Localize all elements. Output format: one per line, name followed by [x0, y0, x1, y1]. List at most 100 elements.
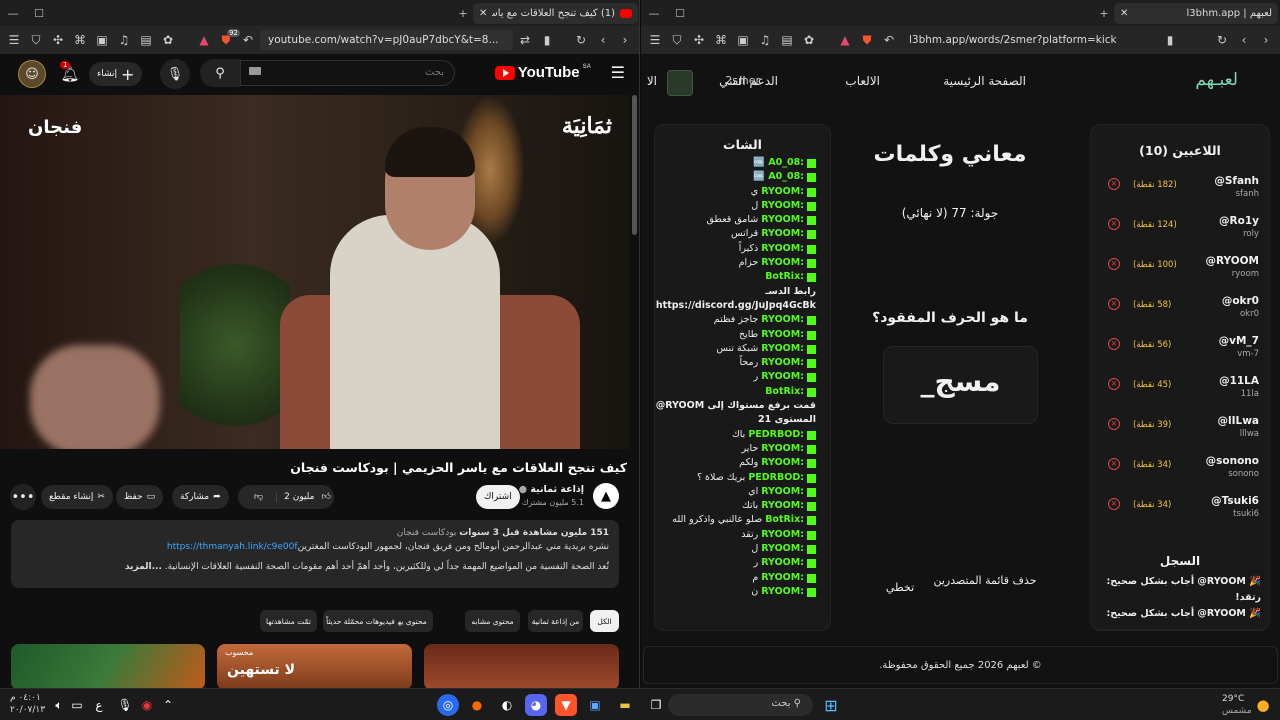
tray-chevron-icon[interactable]: ⌃: [157, 694, 179, 716]
back-icon[interactable]: ‹: [1234, 33, 1254, 47]
thumbnail-3[interactable]: [424, 644, 619, 688]
like-icon[interactable]: 👍︎: [321, 492, 330, 502]
subscribe-button[interactable]: اشتراك: [476, 485, 520, 509]
close-tab-icon[interactable]: ✕: [479, 8, 487, 19]
remove-player-icon[interactable]: ×: [1108, 258, 1120, 270]
task-view-icon[interactable]: ❐: [645, 694, 667, 716]
nav-home[interactable]: الصفحة الرئيسية: [943, 74, 1026, 88]
back-history-icon[interactable]: ↶: [238, 33, 258, 47]
notifications-icon[interactable]: 🔔︎ 1: [56, 60, 84, 88]
app-logo[interactable]: لعبـهم: [1195, 70, 1238, 90]
reload-icon[interactable]: ↻: [1212, 33, 1232, 47]
save-button[interactable]: حفظ ▭: [116, 485, 164, 509]
remove-player-icon[interactable]: ×: [1108, 378, 1120, 390]
puzzle-icon[interactable]: ✿: [799, 33, 819, 47]
voice-search-icon[interactable]: 🎙︎: [160, 59, 190, 89]
description-box[interactable]: 151 مليون مشاهدة قبل 3 سنوات بودكاست فنج…: [11, 520, 619, 588]
wallet-icon[interactable]: ▤: [777, 33, 797, 47]
wallet-icon[interactable]: ▤: [136, 33, 156, 47]
remove-player-icon[interactable]: ×: [1108, 418, 1120, 430]
sidebar-icon[interactable]: ▣: [733, 33, 753, 47]
bookmarks-icon[interactable]: ⌘: [711, 33, 731, 47]
search-icon[interactable]: ⚲: [200, 59, 240, 87]
filter-chip[interactable]: من إذاعة ثمانية: [528, 610, 583, 632]
shield-icon[interactable]: ⛉: [26, 33, 46, 48]
tab-l3bhm[interactable]: ✕ لعبهم | l3bhm.app: [1114, 3, 1278, 24]
right-url-bar[interactable]: l3bhm.app/words/2smer?platform=kick: [901, 30, 1158, 50]
desc-more[interactable]: ...المزيد: [125, 562, 162, 572]
avatar[interactable]: ☺: [18, 60, 46, 88]
vpn-icon[interactable]: ▲: [194, 33, 214, 47]
hamburger-icon[interactable]: ☰: [611, 63, 625, 82]
obs-icon[interactable]: ◐: [496, 694, 518, 716]
minimize-icon[interactable]: —: [641, 7, 667, 20]
recording-icon[interactable]: ◉: [136, 694, 158, 716]
back-history-icon[interactable]: ↶: [879, 33, 899, 47]
brave-shield-icon[interactable]: ⛊ 92: [216, 28, 240, 48]
music-icon[interactable]: ♫: [755, 33, 775, 47]
left-url-bar[interactable]: youtube.com/watch?v=pJ0auP7dbcY&t=8...: [260, 30, 513, 50]
remove-player-icon[interactable]: ×: [1108, 178, 1120, 190]
brave-shield-icon[interactable]: ⛊: [857, 33, 877, 48]
puzzle-icon[interactable]: ✿: [158, 33, 178, 47]
network-icon[interactable]: ▭: [66, 694, 88, 716]
remove-player-icon[interactable]: ×: [1108, 458, 1120, 470]
remove-leaders-button[interactable]: حذف قائمة المتصدرين: [930, 572, 1040, 589]
share-icon[interactable]: ⇄: [515, 33, 535, 47]
filter-chip[interactable]: فيديوهات محمّلة حديثاً: [323, 610, 398, 632]
more-actions-icon[interactable]: •••: [10, 484, 36, 510]
filter-chip[interactable]: محتوى مشابه: [465, 610, 520, 632]
bookmark-icon[interactable]: ▮: [537, 33, 557, 47]
language-indicator[interactable]: ع: [88, 694, 110, 716]
chrome-icon[interactable]: ◎: [437, 694, 459, 716]
maximize-icon[interactable]: ☐: [667, 7, 693, 20]
left-scrollbar[interactable]: [632, 95, 637, 235]
app-orange-icon[interactable]: ●: [466, 694, 488, 716]
menu-icon[interactable]: ☰: [4, 33, 24, 47]
remove-player-icon[interactable]: ×: [1108, 218, 1120, 230]
filter-chip[interactable]: تمّت مشاهدتها: [260, 610, 317, 632]
maximize-icon[interactable]: ☐: [26, 7, 52, 20]
channel-name[interactable]: إذاعة ثمانية ●: [519, 484, 584, 495]
forward-icon[interactable]: ›: [615, 33, 635, 47]
forward-icon[interactable]: ›: [1256, 33, 1276, 47]
store-icon[interactable]: ▣: [584, 694, 606, 716]
bookmark-icon[interactable]: ▮: [1160, 33, 1180, 47]
weather-widget[interactable]: 29°C مشمس: [1222, 693, 1252, 717]
video-player[interactable]: ثمَانِيَة فنجان: [0, 95, 630, 449]
close-tab-icon[interactable]: ✕: [1120, 8, 1128, 19]
nav-username[interactable]: 2smer: [725, 74, 760, 87]
dislike-icon[interactable]: 👎︎: [241, 492, 278, 502]
user-avatar[interactable]: [667, 70, 693, 96]
channel-avatar-icon[interactable]: ▲: [593, 483, 619, 509]
extensions-icon[interactable]: ✣: [689, 33, 709, 47]
folder-icon[interactable]: ▬: [614, 694, 636, 716]
taskbar-search[interactable]: بحث ⚲: [668, 694, 813, 716]
clock[interactable]: ٠٤:٠١ م ٢٠/٠٧/١٣: [10, 692, 45, 716]
remove-player-icon[interactable]: ×: [1108, 338, 1120, 350]
likes-count[interactable]: 2 مليون: [281, 492, 317, 502]
shield-icon[interactable]: ⛉: [667, 33, 687, 48]
tab-youtube[interactable]: ✕ (1) كيف تنجح العلاقات مع ياسر ا: [473, 3, 638, 24]
minimize-icon[interactable]: —: [0, 7, 26, 20]
nav-cut-item[interactable]: الا: [647, 74, 657, 88]
brave-icon[interactable]: ▼: [555, 694, 577, 716]
back-icon[interactable]: ‹: [593, 33, 613, 47]
filter-chip[interactable]: الكل: [590, 610, 619, 632]
create-button[interactable]: إنشاء +: [89, 62, 143, 86]
menu-icon[interactable]: ☰: [645, 33, 665, 47]
clip-button[interactable]: إنشاء مقطع ✂: [41, 485, 113, 509]
thumbnail-1[interactable]: [11, 644, 205, 688]
search-input[interactable]: بحث: [240, 60, 455, 86]
sidebar-icon[interactable]: ▣: [92, 33, 112, 47]
remove-player-icon[interactable]: ×: [1108, 498, 1120, 510]
bookmarks-icon[interactable]: ⌘: [70, 33, 90, 47]
youtube-logo[interactable]: YouTube SA: [494, 64, 591, 81]
share-button[interactable]: مشاركة ➦: [172, 485, 229, 509]
extensions-icon[interactable]: ✣: [48, 33, 68, 47]
discord-icon[interactable]: ◕: [525, 694, 547, 716]
desc-link[interactable]: https://thmanyah.link/c9e00f: [167, 542, 298, 552]
remove-player-icon[interactable]: ×: [1108, 298, 1120, 310]
music-icon[interactable]: ♫: [114, 33, 134, 47]
windows-start-icon[interactable]: ⊞: [820, 694, 842, 716]
